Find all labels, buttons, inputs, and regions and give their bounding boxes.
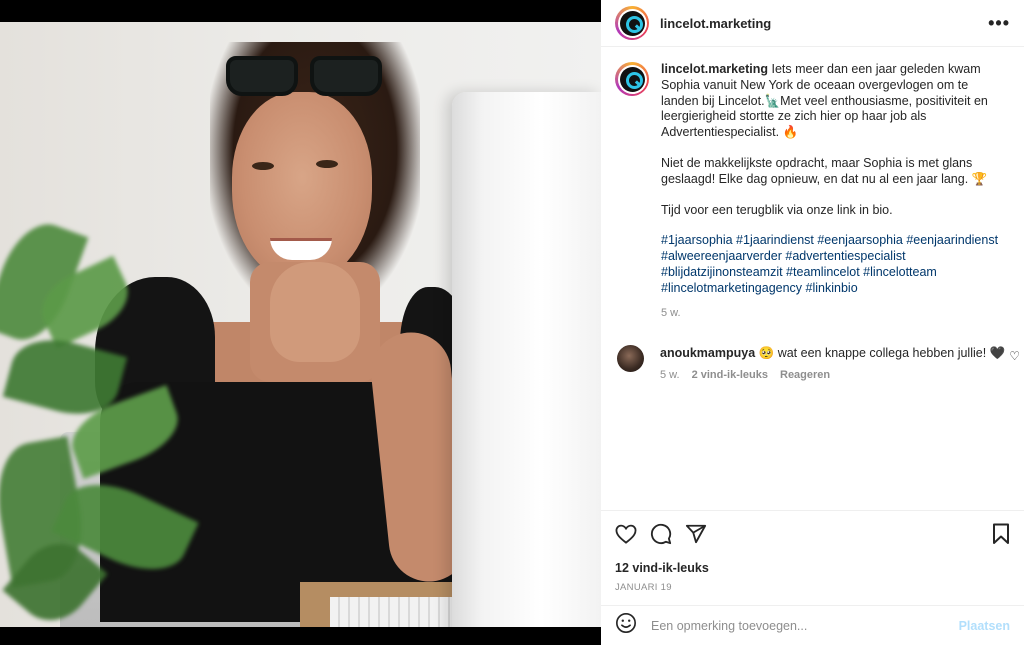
comment-age[interactable]: 5 w. (660, 369, 680, 381)
post-comment-button[interactable]: Plaatsen (959, 619, 1010, 633)
caption-age[interactable]: 5 w. (661, 306, 1001, 322)
comment-input[interactable] (651, 618, 959, 633)
share-send-icon[interactable] (685, 523, 707, 545)
commenter-avatar[interactable] (617, 345, 644, 373)
comment-like-heart-icon[interactable]: ♡ (1009, 349, 1020, 363)
like-heart-icon[interactable] (615, 524, 637, 544)
add-comment-bar: Plaatsen (601, 605, 1024, 645)
post-sidebar: lincelot.marketing ••• lincelot.marketin… (601, 0, 1024, 645)
comment-likes[interactable]: 2 vind-ik-leuks (692, 369, 768, 381)
caption-paragraph-2: Niet de makkelijkste opdracht, maar Soph… (661, 155, 988, 186)
sunglasses (226, 56, 386, 100)
caption-hashtags[interactable]: #1jaarsophia #1jaarindienst #eenjaarsoph… (661, 233, 1001, 296)
post-actions: 12 vind-ik-leuks JANUARI 19 (601, 510, 1024, 593)
post-photo (0, 22, 601, 627)
caption: lincelot.marketing Iets meer dan een jaa… (615, 62, 1010, 321)
header-username[interactable]: lincelot.marketing (660, 16, 771, 31)
commenter-username[interactable]: anoukmampuya (660, 346, 755, 360)
emoji-smile-icon[interactable] (615, 612, 637, 639)
keyboard (330, 597, 460, 627)
comments-section[interactable]: lincelot.marketing Iets meer dan een jaa… (601, 48, 1024, 510)
post-likes-count[interactable]: 12 vind-ik-leuks (615, 561, 1010, 575)
comment-text: 🥺 wat een knappe collega hebben jullie! … (758, 346, 1006, 361)
lincelot-logo-icon (619, 10, 645, 36)
caption-paragraph-3: Tijd voor een terugblik via onze link in… (661, 202, 893, 217)
lincelot-logo-icon (619, 66, 645, 92)
bookmark-icon[interactable] (992, 523, 1010, 545)
caption-avatar[interactable] (615, 62, 649, 96)
comment-bubble-icon[interactable] (650, 523, 672, 545)
reply-button[interactable]: Reageren (780, 369, 830, 381)
profile-avatar[interactable] (615, 6, 649, 40)
post-media[interactable] (0, 0, 601, 645)
caption-username[interactable]: lincelot.marketing (661, 62, 768, 76)
more-options-icon[interactable]: ••• (988, 13, 1010, 34)
monitor (452, 92, 601, 627)
post-date[interactable]: JANUARI 19 (615, 582, 1010, 593)
post-header: lincelot.marketing ••• (601, 0, 1024, 47)
comment: anoukmampuya 🥺 wat een knappe collega he… (615, 345, 1020, 381)
